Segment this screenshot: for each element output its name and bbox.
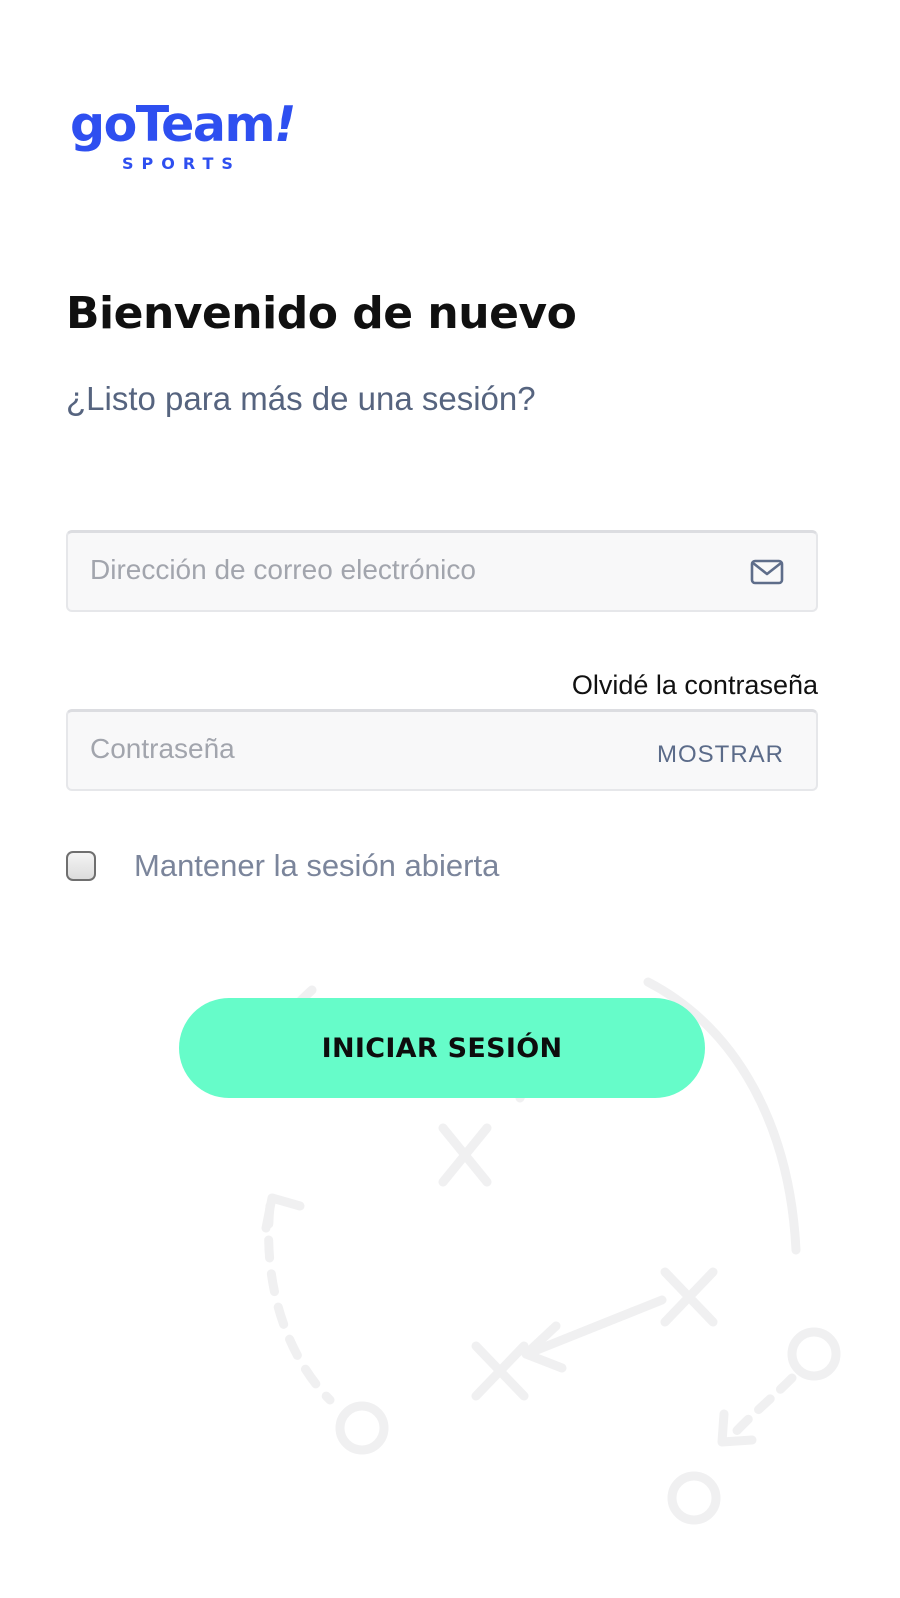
logo-wordmark: goTeam	[70, 96, 276, 153]
arrow-head	[261, 1193, 305, 1233]
o-marker	[335, 1401, 389, 1455]
forgot-password-link[interactable]: Olvidé la contraseña	[572, 670, 818, 701]
o-marker	[667, 1471, 721, 1525]
x-marker	[438, 1123, 492, 1187]
password-placeholder: Contraseña	[90, 733, 235, 764]
email-placeholder: Dirección de correo electrónico	[90, 554, 476, 585]
logo-exclamation: !	[274, 96, 296, 153]
page-title: Bienvenido de nuevo	[66, 288, 577, 339]
remember-me-label: Mantener la sesión abierta	[134, 848, 500, 883]
goteam-sports-logo: goTeam! SPORTS	[70, 96, 330, 180]
mail-icon	[750, 559, 784, 585]
dashed-route	[264, 1201, 335, 1405]
logo-sports-text: SPORTS	[122, 154, 241, 173]
o-marker	[787, 1327, 841, 1381]
dashed-route	[727, 1373, 797, 1441]
remember-me-checkbox[interactable]	[66, 851, 96, 881]
x-marker	[660, 1267, 718, 1327]
page-subtitle: ¿Listo para más de una sesión?	[66, 380, 536, 417]
password-field[interactable]: Contraseña MOSTRAR	[66, 709, 818, 791]
login-button[interactable]: INICIAR SESIÓN	[179, 998, 705, 1098]
show-password-button[interactable]: MOSTRAR	[657, 741, 784, 769]
x-marker	[471, 1341, 529, 1401]
email-field[interactable]: Dirección de correo electrónico	[66, 530, 818, 612]
